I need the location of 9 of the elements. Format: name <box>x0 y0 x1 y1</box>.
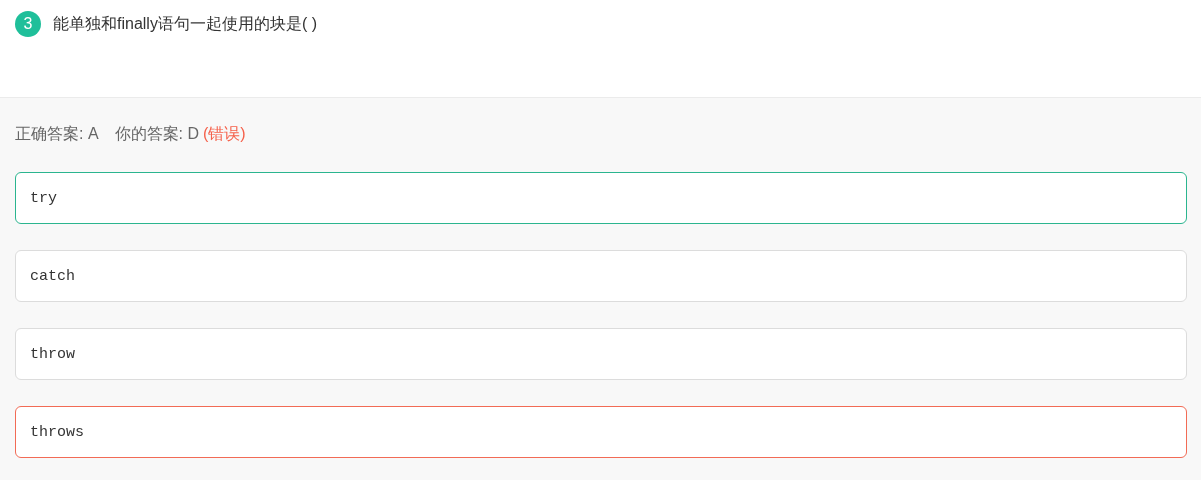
question-number: 3 <box>15 11 41 37</box>
answer-option[interactable]: throw <box>15 328 1187 380</box>
question-text: 能单独和finally语句一起使用的块是( ) <box>53 13 317 34</box>
answer-option[interactable]: try <box>15 172 1187 224</box>
answer-verdict: (错误) <box>203 124 246 144</box>
your-answer: 你的答案: D <box>114 124 199 144</box>
correct-answer: 正确答案: A <box>15 124 99 144</box>
answer-option[interactable]: throws <box>15 406 1187 458</box>
answer-option[interactable]: catch <box>15 250 1187 302</box>
